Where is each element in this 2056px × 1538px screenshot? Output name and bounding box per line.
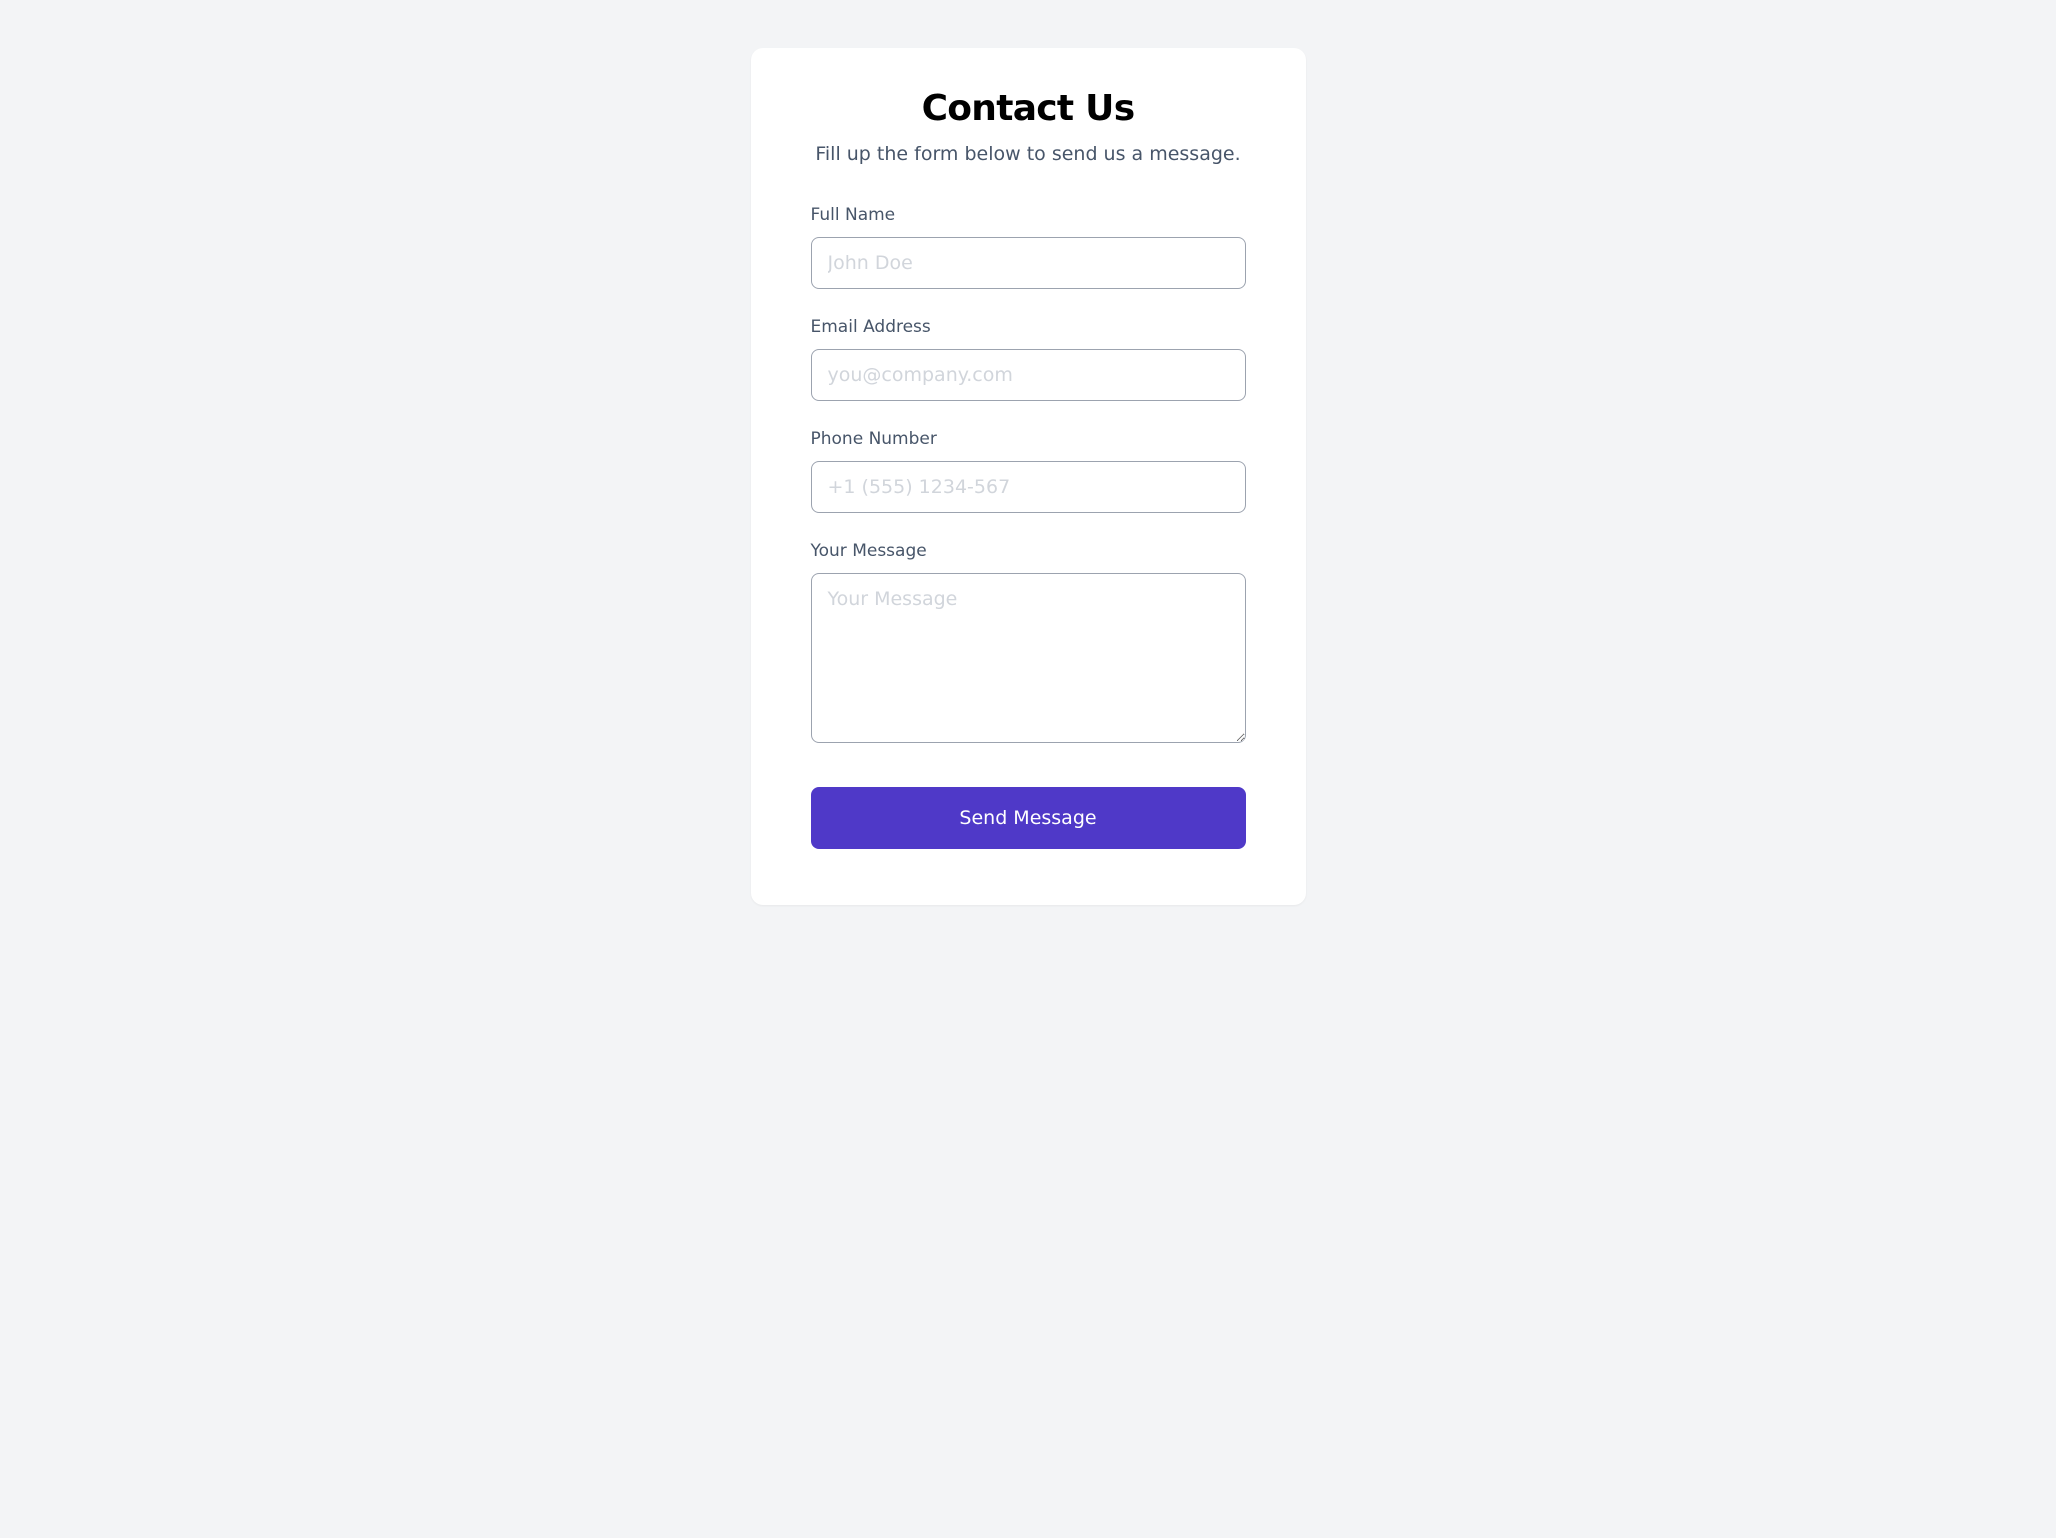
phone-group: Phone Number bbox=[811, 429, 1246, 513]
full-name-input[interactable] bbox=[811, 237, 1246, 289]
phone-label: Phone Number bbox=[811, 429, 1246, 449]
email-group: Email Address bbox=[811, 317, 1246, 401]
email-label: Email Address bbox=[811, 317, 1246, 337]
page-title: Contact Us bbox=[811, 88, 1246, 129]
contact-form: Full Name Email Address Phone Number You… bbox=[811, 205, 1246, 849]
message-textarea[interactable] bbox=[811, 573, 1246, 743]
full-name-label: Full Name bbox=[811, 205, 1246, 225]
message-label: Your Message bbox=[811, 541, 1246, 561]
contact-form-card: Contact Us Fill up the form below to sen… bbox=[751, 48, 1306, 905]
full-name-group: Full Name bbox=[811, 205, 1246, 289]
email-input[interactable] bbox=[811, 349, 1246, 401]
phone-input[interactable] bbox=[811, 461, 1246, 513]
page-subtitle: Fill up the form below to send us a mess… bbox=[811, 143, 1246, 165]
message-group: Your Message bbox=[811, 541, 1246, 747]
send-message-button[interactable]: Send Message bbox=[811, 787, 1246, 849]
